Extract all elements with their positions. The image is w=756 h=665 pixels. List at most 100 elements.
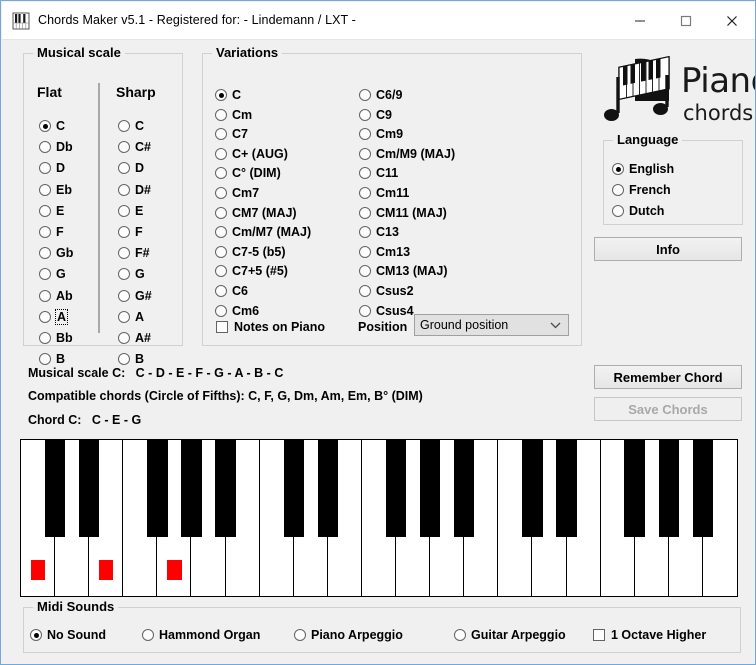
flat-note-c[interactable]: C <box>39 119 65 133</box>
variation-cm7[interactable]: Cm7 <box>215 186 259 200</box>
notes-on-piano-checkbox[interactable]: Notes on Piano <box>216 320 325 334</box>
sharp-note-a[interactable]: A <box>118 310 144 324</box>
variation-cm[interactable]: Cm <box>215 108 252 122</box>
variation-cm7-maj[interactable]: CM7 (MAJ) <box>215 206 297 220</box>
radio-dot <box>359 187 371 199</box>
radio-label: Cm9 <box>376 127 404 142</box>
variation-cm11[interactable]: Cm11 <box>359 186 409 200</box>
piano-black-key[interactable] <box>658 440 680 537</box>
midi-hammond-organ[interactable]: Hammond Organ <box>142 628 260 642</box>
flat-note-d[interactable]: D <box>39 161 65 175</box>
radio-label: C° (DIM) <box>232 166 281 181</box>
sharp-note-b[interactable]: B <box>118 352 144 366</box>
sharp-note-csharp[interactable]: C# <box>118 140 151 154</box>
piano-black-key[interactable] <box>454 440 475 537</box>
sharp-note-e[interactable]: E <box>118 204 143 218</box>
flat-note-f[interactable]: F <box>39 225 64 239</box>
language-english[interactable]: English <box>612 162 674 176</box>
piano-black-key[interactable] <box>78 440 100 537</box>
flat-note-b[interactable]: B <box>39 352 65 366</box>
piano-black-key[interactable] <box>522 440 543 537</box>
save-chords-button[interactable]: Save Chords <box>594 397 742 421</box>
variation-c7-5-b5[interactable]: C7-5 (b5) <box>215 245 285 259</box>
info-button[interactable]: Info <box>594 237 742 261</box>
piano-keys-icon <box>12 12 30 30</box>
variation-cm11-maj[interactable]: CM11 (MAJ) <box>359 206 447 220</box>
piano-black-key[interactable] <box>147 440 168 537</box>
sharp-note-c[interactable]: C <box>118 119 144 133</box>
radio-dot <box>118 162 130 175</box>
piano-black-key[interactable] <box>556 440 577 537</box>
midi-guitar-arpeggio[interactable]: Guitar Arpeggio <box>454 628 566 642</box>
sharp-note-g[interactable]: G <box>118 267 145 281</box>
flat-note-ab[interactable]: Ab <box>39 289 73 303</box>
position-dropdown[interactable]: Ground position <box>414 314 569 336</box>
variation-c6-9[interactable]: C6/9 <box>359 88 402 102</box>
radio-dot <box>215 265 227 278</box>
radio-label: D <box>56 161 66 176</box>
flat-note-e[interactable]: E <box>39 204 64 218</box>
variation-c7-5-5[interactable]: C7+5 (#5) <box>215 264 288 278</box>
piano-black-key[interactable] <box>385 440 407 537</box>
variation-cm6[interactable]: Cm6 <box>215 304 259 318</box>
radio-label: Ab <box>56 288 73 303</box>
piano-black-key[interactable] <box>44 440 66 537</box>
piano-black-key[interactable] <box>215 440 236 537</box>
remember-chord-button[interactable]: Remember Chord <box>594 365 742 389</box>
sharp-note-dsharp[interactable]: D# <box>118 183 151 197</box>
sharp-note-asharp[interactable]: A# <box>118 331 151 345</box>
language-french[interactable]: French <box>612 183 671 197</box>
midi-piano-arpeggio[interactable]: Piano Arpeggio <box>294 628 403 642</box>
radio-label: Cm13 <box>376 244 411 259</box>
radio-dot <box>39 268 51 281</box>
notes-on-piano-label: Notes on Piano <box>234 320 325 334</box>
radio-dot <box>118 332 130 344</box>
radio-label: C <box>232 88 242 102</box>
sharp-note-f[interactable]: F <box>118 225 143 239</box>
minimize-button[interactable] <box>617 3 663 39</box>
sharp-note-gsharp[interactable]: G# <box>118 289 152 303</box>
flat-note-bb[interactable]: Bb <box>39 331 73 345</box>
radio-dot <box>39 141 51 154</box>
variation-c7[interactable]: C7 <box>215 127 248 141</box>
variation-c[interactable]: C <box>215 88 241 102</box>
piano-black-key[interactable] <box>692 440 714 537</box>
sharp-note-d[interactable]: D <box>118 161 144 175</box>
flat-note-eb[interactable]: Eb <box>39 183 72 197</box>
variation-c11[interactable]: C11 <box>359 166 398 180</box>
radio-dot <box>215 167 227 180</box>
flat-note-a[interactable]: A <box>39 308 69 325</box>
variation-cm-m7-maj[interactable]: Cm/M7 (MAJ) <box>215 225 311 239</box>
variation-c-dim[interactable]: C° (DIM) <box>215 166 281 180</box>
variation-cm13-maj[interactable]: CM13 (MAJ) <box>359 264 448 278</box>
octave-higher-checkbox[interactable]: 1 Octave Higher <box>593 628 706 642</box>
language-dutch[interactable]: Dutch <box>612 204 664 218</box>
checkbox-box <box>216 321 228 333</box>
variation-c6[interactable]: C6 <box>215 284 248 298</box>
variation-cm9[interactable]: Cm9 <box>359 127 403 141</box>
sharp-note-fsharp[interactable]: F# <box>118 246 150 260</box>
piano-black-key[interactable] <box>181 440 202 537</box>
variation-cm13[interactable]: Cm13 <box>359 245 410 259</box>
flat-note-db[interactable]: Db <box>39 140 73 154</box>
variation-c9[interactable]: C9 <box>359 108 392 122</box>
variation-csus4[interactable]: Csus4 <box>359 304 414 318</box>
piano-black-key[interactable] <box>317 440 339 537</box>
radio-label: Cm11 <box>376 186 410 200</box>
variation-cm-m9-maj[interactable]: Cm/M9 (MAJ) <box>359 147 455 161</box>
flat-note-g[interactable]: G <box>39 267 66 281</box>
variation-c13[interactable]: C13 <box>359 225 399 239</box>
piano-note-marker <box>99 560 114 580</box>
radio-dot <box>359 304 371 317</box>
variation-c-aug[interactable]: C+ (AUG) <box>215 147 288 161</box>
piano-keyboard[interactable] <box>20 439 738 597</box>
radio-dot <box>215 89 227 101</box>
variation-csus2[interactable]: Csus2 <box>359 284 414 298</box>
flat-note-gb[interactable]: Gb <box>39 246 73 260</box>
maximize-button[interactable] <box>663 3 709 39</box>
midi-no-sound[interactable]: No Sound <box>30 628 106 642</box>
close-button[interactable] <box>709 3 755 39</box>
piano-black-key[interactable] <box>624 440 645 537</box>
piano-black-key[interactable] <box>283 440 304 537</box>
piano-black-key[interactable] <box>419 440 441 537</box>
